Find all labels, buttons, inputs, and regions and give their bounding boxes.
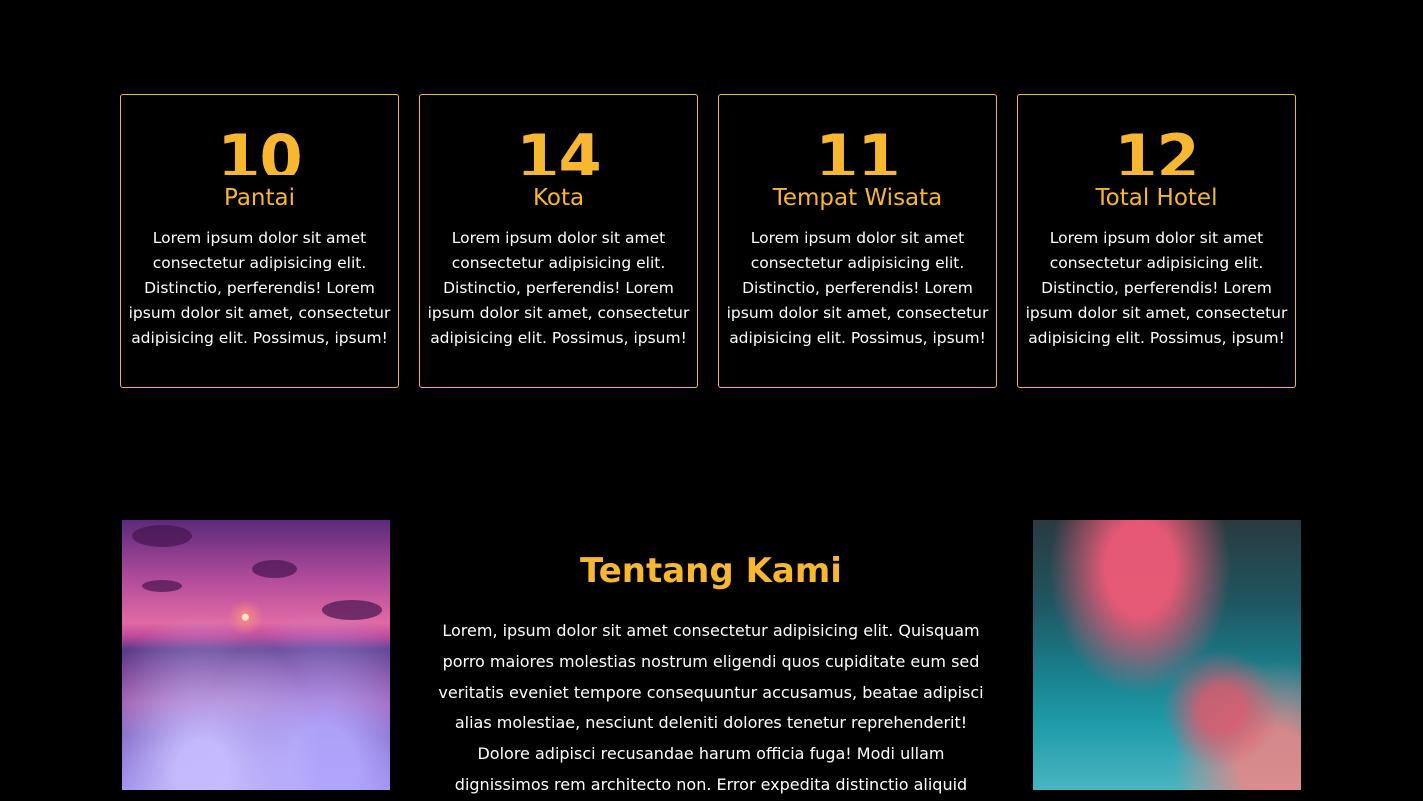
stat-description: Lorem ipsum dolor sit amet consectetur a… bbox=[1025, 229, 1288, 347]
stat-number: 11 bbox=[815, 123, 900, 175]
stat-number-wrapper: 14 bbox=[420, 123, 697, 175]
stat-number-wrapper: 12 bbox=[1018, 123, 1295, 175]
stat-number: 10 bbox=[217, 123, 302, 175]
stat-card-kota: 14 Kota Lorem ipsum dolor sit amet conse… bbox=[419, 94, 698, 388]
stat-number-wrapper: 11 bbox=[719, 123, 996, 175]
cloud-shape bbox=[142, 580, 182, 592]
stat-description: Lorem ipsum dolor sit amet consectetur a… bbox=[726, 229, 989, 347]
cloud-shape bbox=[322, 600, 382, 620]
cloud-shape bbox=[252, 560, 297, 578]
stat-label: Kota bbox=[532, 185, 585, 211]
stat-label: Total Hotel bbox=[1095, 185, 1218, 211]
stat-number: 14 bbox=[516, 123, 601, 175]
about-text: Lorem, ipsum dolor sit amet consectetur … bbox=[438, 621, 984, 794]
stat-description: Lorem ipsum dolor sit amet consectetur a… bbox=[128, 229, 391, 347]
stat-card-pantai: 10 Pantai Lorem ipsum dolor sit amet con… bbox=[120, 94, 399, 388]
about-title: Tentang Kami bbox=[580, 551, 842, 592]
stat-label: Tempat Wisata bbox=[772, 185, 943, 211]
stat-description: Lorem ipsum dolor sit amet consectetur a… bbox=[427, 229, 690, 347]
stat-card-tempat-wisata: 11 Tempat Wisata Lorem ipsum dolor sit a… bbox=[718, 94, 997, 388]
stat-number: 12 bbox=[1114, 123, 1199, 175]
stats-section: 10 Pantai Lorem ipsum dolor sit amet con… bbox=[120, 94, 1296, 388]
sky-clouds-image bbox=[1033, 520, 1301, 790]
cloud-shape bbox=[132, 525, 192, 547]
stat-number-wrapper: 10 bbox=[121, 123, 398, 175]
stat-label: Pantai bbox=[223, 185, 295, 211]
stat-card-total-hotel: 12 Total Hotel Lorem ipsum dolor sit ame… bbox=[1017, 94, 1296, 388]
sunset-ocean-image bbox=[122, 520, 390, 790]
